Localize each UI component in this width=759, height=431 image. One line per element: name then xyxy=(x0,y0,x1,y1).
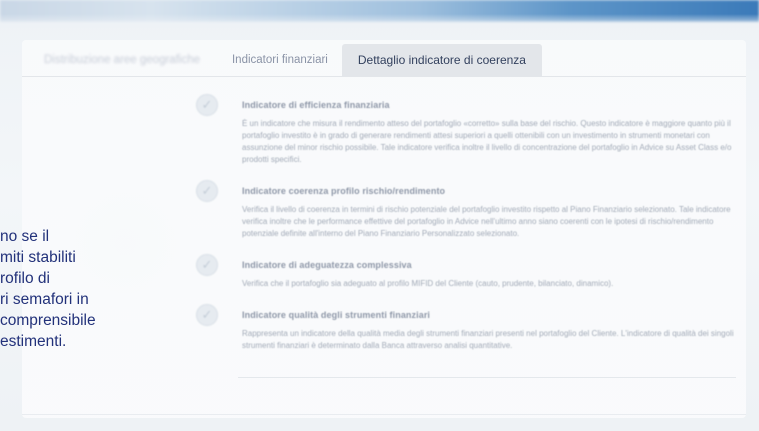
indicator-item: ✓ Indicatore di adeguatezza complessiva … xyxy=(196,254,744,290)
side-caption-line: rofilo di xyxy=(0,270,50,287)
indicator-title: Indicatore qualità degli strumenti finan… xyxy=(242,310,431,320)
indicator-title: Indicatore coerenza profilo rischio/rend… xyxy=(242,186,446,196)
tab-distribuzione-aree-geografiche[interactable]: Distribuzione aree geografiche xyxy=(22,44,218,76)
indicator-item: ✓ Indicatore qualità degli strumenti fin… xyxy=(196,304,744,352)
indicator-item: ✓ Indicatore di efficienza finanziaria È… xyxy=(196,94,744,166)
content-divider xyxy=(238,377,736,378)
side-caption-line: ri semafori in xyxy=(0,291,89,308)
indicator-description: Rappresenta un indicatore della qualità … xyxy=(242,329,734,350)
indicator-description: È un indicatore che misura il rendimento… xyxy=(242,119,732,164)
tab-dettaglio-indicatore-coerenza[interactable]: Dettaglio indicatore di coerenza xyxy=(341,44,542,76)
indicator-title: Indicatore di efficienza finanziaria xyxy=(242,100,390,110)
indicator-description: Verifica il livello di coerenza in termi… xyxy=(242,205,731,238)
check-circle-icon: ✓ xyxy=(196,180,218,202)
indicator-list: ✓ Indicatore di efficienza finanziaria È… xyxy=(196,94,744,366)
top-band-fade xyxy=(0,14,759,28)
side-caption-line: comprensibile xyxy=(0,312,96,329)
panel-bottom-rule xyxy=(22,414,746,415)
tab-divider xyxy=(22,76,746,77)
side-caption-line: no se il xyxy=(0,228,50,245)
indicator-title: Indicatore di adeguatezza complessiva xyxy=(242,260,412,270)
tab-bar: Distribuzione aree geografiche Indicator… xyxy=(22,44,542,76)
check-circle-icon: ✓ xyxy=(196,94,218,116)
indicator-item: ✓ Indicatore coerenza profilo rischio/re… xyxy=(196,180,744,240)
tab-indicatori-finanziari[interactable]: Indicatori finanziari xyxy=(218,44,342,76)
side-caption-line: estimenti. xyxy=(0,333,67,350)
indicator-description: Verifica che il portafoglio sia adeguato… xyxy=(242,279,614,288)
side-caption: no se il miti stabiliti rofilo di ri sem… xyxy=(0,226,200,352)
side-caption-line: miti stabiliti xyxy=(0,249,76,266)
